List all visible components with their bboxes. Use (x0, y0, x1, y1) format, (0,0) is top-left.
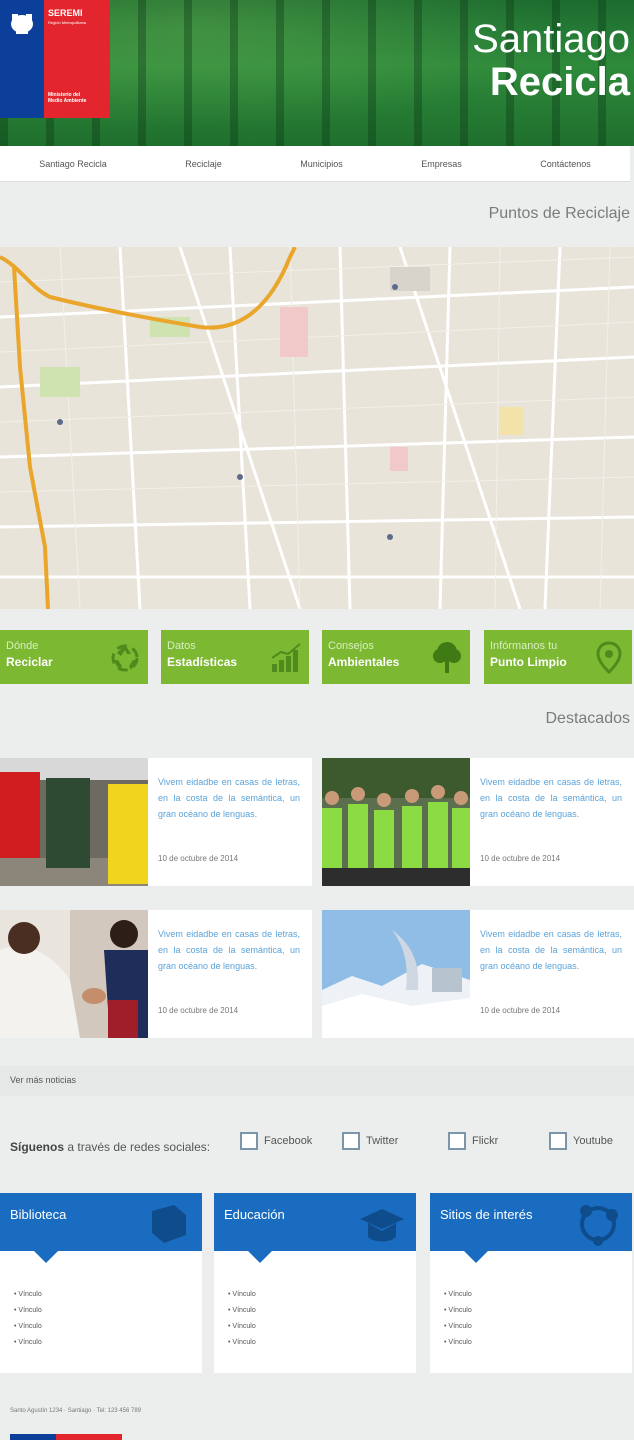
box-link[interactable]: Vínculo (228, 1335, 255, 1351)
box-pointer (248, 1251, 272, 1263)
box-link[interactable]: Vínculo (444, 1303, 471, 1319)
box-link[interactable]: Vínculo (14, 1303, 41, 1319)
coat-of-arms-icon (11, 14, 33, 34)
facebook-link[interactable]: Facebook (240, 1132, 312, 1150)
tree-icon (433, 642, 461, 673)
recycle-icon (111, 644, 139, 672)
social-bar: Síguenos a través de redes sociales: Fac… (0, 1130, 634, 1162)
featured-title: Destacados (545, 710, 631, 727)
nav-item-santiago-recicla[interactable]: Santiago Recicla (39, 159, 107, 169)
news-card[interactable]: Vivem eidadbe en casas de letras, en la … (0, 758, 312, 886)
news-card[interactable]: Vivem eidadbe en casas de letras, en la … (322, 758, 634, 886)
box-links: Vínculo Vínculo Vínculo Vínculo (228, 1287, 255, 1351)
box-title: Educación (224, 1207, 285, 1222)
news-date: 10 de octubre de 2014 (480, 854, 561, 863)
footer-logo (10, 1434, 122, 1440)
logo-seremi: SEREMI (48, 8, 83, 18)
nav-item-municipios[interactable]: Municipios (300, 159, 343, 169)
follow-label: Síguenos a través de redes sociales: (10, 1140, 211, 1154)
flickr-link[interactable]: Flickr (448, 1132, 498, 1150)
box-link[interactable]: Vínculo (444, 1319, 471, 1335)
action-consejos-ambientales[interactable]: Consejos Ambientales (322, 630, 470, 684)
news-text[interactable]: Vivem eidadbe en casas de letras, en la … (158, 774, 300, 822)
nav-item-empresas[interactable]: Empresas (421, 159, 462, 169)
box-link[interactable]: Vínculo (14, 1287, 41, 1303)
box-link[interactable]: Vínculo (14, 1335, 41, 1351)
map-graphic (0, 247, 634, 609)
location-pin-icon (596, 641, 622, 674)
chart-icon (271, 643, 301, 672)
main-nav: Santiago Recicla Reciclaje Municipios Em… (0, 146, 630, 182)
news-date: 10 de octubre de 2014 (480, 1006, 561, 1015)
more-news-bar[interactable]: Ver más noticias (0, 1066, 634, 1096)
seremi-logo[interactable]: SEREMI Región Metropolitana Ministerio d… (0, 0, 110, 118)
logo-region: Región Metropolitana (48, 20, 87, 25)
box-pointer (464, 1251, 488, 1263)
box-link[interactable]: Vínculo (444, 1335, 471, 1351)
news-text[interactable]: Vivem eidadbe en casas de letras, en la … (158, 926, 300, 974)
news-date: 10 de octubre de 2014 (158, 1006, 239, 1015)
site-header: SEREMI Región Metropolitana Ministerio d… (0, 0, 634, 146)
brand-line-1: Santiago (472, 17, 630, 61)
action-donde-reciclar[interactable]: Dónde Reciclar (0, 630, 148, 684)
news-thumbnail[interactable] (322, 910, 470, 1038)
box-biblioteca: Biblioteca Vínculo Vínculo Vínculo Víncu… (0, 1193, 202, 1373)
network-icon (580, 1205, 618, 1246)
box-links: Vínculo Vínculo Vínculo Vínculo (444, 1287, 471, 1351)
news-thumbnail[interactable] (0, 758, 148, 886)
box-link[interactable]: Vínculo (228, 1287, 255, 1303)
logo-ministerio: Ministerio del Medio Ambiente (48, 92, 87, 104)
box-links: Vínculo Vínculo Vínculo Vínculo (14, 1287, 41, 1351)
box-header[interactable]: Educación (214, 1193, 416, 1251)
box-link[interactable]: Vínculo (444, 1287, 471, 1303)
box-header[interactable]: Biblioteca (0, 1193, 202, 1251)
facebook-icon (240, 1132, 258, 1150)
box-header[interactable]: Sitios de interés (430, 1193, 632, 1251)
box-link[interactable]: Vínculo (14, 1319, 41, 1335)
youtube-icon (549, 1132, 567, 1150)
news-thumbnail[interactable] (322, 758, 470, 886)
box-title: Biblioteca (10, 1207, 67, 1222)
twitter-link[interactable]: Twitter (342, 1132, 398, 1150)
news-card[interactable]: Vivem eidadbe en casas de letras, en la … (0, 910, 312, 1038)
box-educacion: Educación Vínculo Vínculo Vínculo Víncul… (214, 1193, 416, 1373)
youtube-link[interactable]: Youtube (549, 1132, 613, 1150)
brand-title[interactable]: Santiago Recicla (472, 18, 630, 104)
box-link[interactable]: Vínculo (228, 1319, 255, 1335)
box-sitios-de-interes: Sitios de interés Vínculo Vínculo Víncul… (430, 1193, 632, 1373)
action-datos-estadisticas[interactable]: Datos Estadísticas (161, 630, 309, 684)
map-section-title: Puntos de Reciclaje (488, 205, 630, 222)
nav-item-contactenos[interactable]: Contáctenos (540, 159, 591, 169)
graduation-cap-icon (360, 1209, 404, 1242)
news-card[interactable]: Vivem eidadbe en casas de letras, en la … (322, 910, 634, 1038)
news-date: 10 de octubre de 2014 (158, 854, 239, 863)
news-text[interactable]: Vivem eidadbe en casas de letras, en la … (480, 926, 622, 974)
more-news-link[interactable]: Ver más noticias (10, 1075, 76, 1085)
box-link[interactable]: Vínculo (228, 1303, 255, 1319)
book-icon (152, 1205, 186, 1243)
box-pointer (34, 1251, 58, 1263)
flickr-icon (448, 1132, 466, 1150)
news-text[interactable]: Vivem eidadbe en casas de letras, en la … (480, 774, 622, 822)
news-thumbnail[interactable] (0, 910, 148, 1038)
brand-line-2: Recicla (489, 60, 630, 104)
nav-item-reciclaje[interactable]: Reciclaje (185, 159, 222, 169)
box-title: Sitios de interés (440, 1207, 533, 1222)
action-punto-limpio[interactable]: Infórmanos tu Punto Limpio (484, 630, 632, 684)
recycling-map[interactable] (0, 247, 634, 609)
twitter-icon (342, 1132, 360, 1150)
footer-address: Santo Agustín 1234 · Santiago · Tel: 123… (10, 1408, 141, 1414)
